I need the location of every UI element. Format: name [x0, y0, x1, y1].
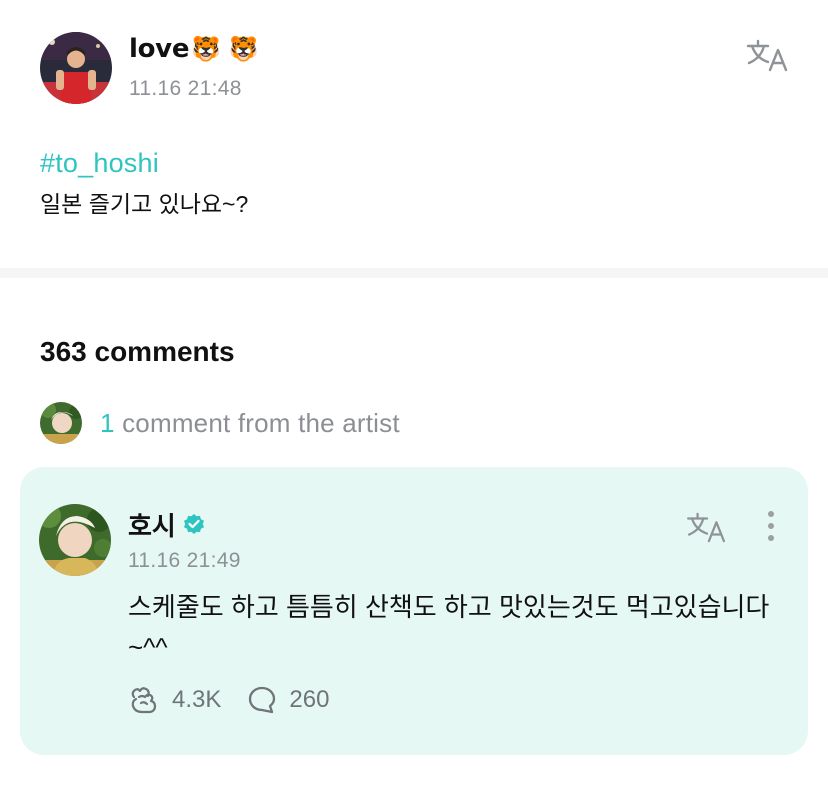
post-body: #to_hoshi 일본 즐기고 있나요~?: [40, 148, 248, 219]
post-timestamp: 11.16 21:48: [129, 77, 242, 100]
translate-icon: [746, 39, 788, 72]
tiger-emoji: 🐯 🐯: [191, 35, 259, 63]
post-author-avatar[interactable]: [40, 32, 112, 104]
comment-timestamp: 11.16 21:49: [128, 549, 241, 572]
reply-icon: [249, 686, 276, 714]
artist-avatar-small: [40, 402, 82, 444]
post-text: 일본 즐기고 있나요~?: [40, 191, 249, 217]
reply-button[interactable]: 260: [247, 685, 329, 715]
post-translate-button[interactable]: [746, 38, 790, 77]
comment-more-button[interactable]: [765, 511, 777, 547]
comment-author-name[interactable]: 호시: [128, 506, 206, 543]
more-icon: [768, 511, 774, 517]
like-icon: [131, 687, 157, 714]
artist-comment-filter[interactable]: 1 comment from the artist: [40, 402, 400, 444]
post-author-name[interactable]: love🐯 🐯: [129, 34, 259, 64]
comment-count-heading: 363 comments: [40, 336, 235, 367]
post-header: love🐯 🐯 11.16 21:48: [40, 32, 788, 104]
section-divider: [0, 268, 828, 278]
like-button[interactable]: 4.3K: [128, 685, 221, 715]
artist-comment-card: 호시 11.16 21:49 스케줄도 하고 틈틈히 산책도 하고 맛있는것도 …: [20, 467, 808, 755]
translate-icon: [687, 512, 726, 543]
post-hashtag[interactable]: #to_hoshi: [40, 148, 248, 179]
verified-icon: [183, 513, 204, 534]
comment-actions: 4.3K 260: [128, 683, 329, 717]
comment-author-avatar[interactable]: [39, 504, 111, 576]
comment-translate-button[interactable]: [686, 511, 728, 548]
artist-comment-label: 1 comment from the artist: [100, 407, 400, 438]
artist-comment-count: 1: [100, 407, 115, 438]
like-count: 4.3K: [172, 686, 222, 713]
comment-text: 스케줄도 하고 틈틈히 산책도 하고 맛있는것도 먹고있습니다~^^: [128, 592, 770, 662]
reply-count: 260: [289, 686, 330, 713]
